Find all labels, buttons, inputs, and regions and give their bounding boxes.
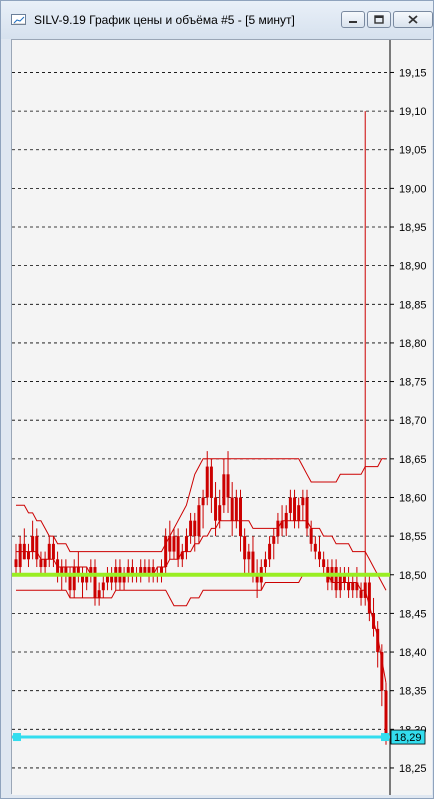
candle-body — [355, 582, 359, 591]
candle-body — [247, 551, 251, 560]
restore-button[interactable] — [367, 11, 391, 28]
candle-body — [305, 497, 309, 529]
close-icon — [408, 15, 418, 24]
candle-body — [176, 536, 180, 560]
candle-body — [317, 551, 321, 560]
candle-body — [243, 536, 247, 560]
candle-body — [51, 543, 55, 560]
y-tick-label: 18,75 — [399, 377, 427, 389]
y-tick-label: 18,35 — [399, 686, 427, 698]
candle-body — [43, 559, 47, 568]
candle-body — [172, 536, 176, 552]
candle-body — [363, 582, 367, 598]
candle-body — [301, 497, 305, 506]
y-tick-label: 18,45 — [399, 608, 427, 620]
current-price-label: 18,29 — [394, 732, 422, 744]
close-button[interactable] — [393, 11, 433, 28]
y-tick-label: 18,80 — [399, 338, 427, 350]
candle-body — [47, 543, 51, 560]
candle-body — [338, 574, 342, 591]
candle-body — [226, 474, 230, 498]
y-tick-label: 18,65 — [399, 454, 427, 466]
candle-body — [284, 512, 288, 529]
candle-body — [276, 520, 280, 537]
candle-body — [347, 582, 351, 591]
minimize-icon — [349, 21, 357, 23]
candle-body — [234, 497, 238, 521]
candle-body — [376, 628, 380, 653]
candle-body — [268, 543, 272, 560]
price-line-handle-right — [381, 733, 389, 742]
candle-body — [222, 474, 226, 506]
candle-body — [168, 536, 172, 552]
candle-body — [293, 497, 297, 521]
candle-body — [359, 590, 363, 598]
y-tick-label: 18,50 — [399, 570, 427, 582]
candle-body — [180, 551, 184, 560]
y-tick-label: 19,05 — [399, 145, 427, 157]
candle-body — [297, 505, 301, 521]
y-tick-label: 19,15 — [399, 67, 427, 79]
window-title: SILV-9.19 График цены и объёма #5 - [5 м… — [34, 13, 295, 27]
candle-body — [218, 505, 222, 521]
candle-body — [384, 690, 388, 738]
plot-background — [12, 40, 432, 795]
candle-body — [68, 574, 72, 591]
candle-body — [367, 582, 371, 614]
candle-body — [72, 567, 76, 591]
candle-body — [280, 520, 284, 529]
candle-body — [14, 559, 18, 568]
restore-icon — [374, 15, 384, 24]
candle-body — [334, 567, 338, 591]
candle-body — [380, 652, 384, 691]
y-tick-label: 18,60 — [399, 492, 427, 504]
candle-body — [205, 466, 209, 498]
candle-body — [97, 590, 101, 598]
candle-body — [201, 497, 205, 506]
candle-body — [263, 559, 267, 568]
candle-body — [214, 497, 218, 521]
candle-body — [184, 536, 188, 552]
minimize-button[interactable] — [341, 11, 365, 28]
price-chart[interactable]: 19,15 19,10 19,05 19,00 18,95 18,90 18,85 18,80… — [12, 40, 432, 795]
candle-body — [193, 520, 197, 537]
candle-body — [22, 543, 26, 560]
y-tick-label: 18,70 — [399, 415, 427, 427]
title-bar[interactable]: SILV-9.19 График цены и объёма #5 - [5 м… — [1, 1, 433, 39]
candle-body — [351, 582, 355, 591]
candle-body — [101, 582, 105, 591]
y-tick-label: 18,85 — [399, 299, 427, 311]
candle-body — [35, 536, 39, 560]
candle-body — [56, 559, 60, 575]
y-tick-label: 18,55 — [399, 531, 427, 543]
candle-body — [18, 543, 22, 568]
candle-body — [372, 613, 376, 629]
y-tick-label: 18,95 — [399, 222, 427, 234]
y-tick-label: 19,00 — [399, 183, 427, 195]
candle-body — [164, 536, 168, 568]
candle-body — [31, 536, 35, 552]
y-tick-label: 18,90 — [399, 261, 427, 273]
candle-body — [26, 551, 30, 560]
price-line-handle-left — [13, 733, 21, 742]
candle-body — [209, 466, 213, 498]
chart-window: SILV-9.19 График цены и объёма #5 - [5 м… — [0, 0, 434, 799]
candle-body — [251, 551, 255, 575]
candle-body — [197, 505, 201, 537]
candle-body — [288, 497, 292, 513]
chart-window-icon[interactable] — [11, 14, 26, 25]
candle-body — [93, 567, 97, 598]
y-tick-label: 18,40 — [399, 647, 427, 659]
candle-body — [238, 497, 242, 537]
price-chart-panel[interactable]: 19,15 19,10 19,05 19,00 18,95 18,90 18,85 18,80… — [11, 39, 432, 795]
candle-body — [39, 559, 43, 568]
candle-body — [230, 497, 234, 521]
candle-body — [313, 543, 317, 552]
candle-body — [189, 520, 193, 537]
y-tick-label: 19,10 — [399, 106, 427, 118]
y-tick-label: 18,25 — [399, 763, 427, 775]
candle-body — [322, 559, 326, 568]
candle-body — [309, 528, 313, 544]
candle-body — [272, 536, 276, 544]
